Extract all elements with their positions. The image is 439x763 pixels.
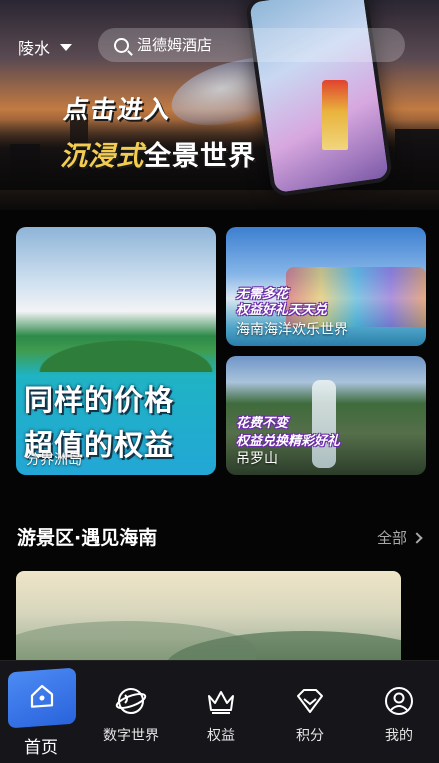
card-name: 海南海洋欢乐世界 xyxy=(236,322,348,338)
hero-lighthouse-image xyxy=(322,80,348,150)
view-all-link[interactable]: 全部 xyxy=(376,527,423,548)
home-icon xyxy=(27,680,57,716)
island-image xyxy=(16,332,216,372)
hero-title-rest: 全景世界 xyxy=(144,141,256,172)
hero-title-highlight: 沉浸式 xyxy=(60,141,144,172)
scenic-card-diaoluo-mountain[interactable]: 花费不变 权益兑换精彩好礼 吊罗山 xyxy=(226,356,426,475)
search-input[interactable] xyxy=(137,36,377,54)
caret-down-icon xyxy=(60,43,73,51)
card-slogan-line2: 权益兑换精彩好礼 xyxy=(236,434,341,449)
hero-title-line2: 沉浸式全景世界 xyxy=(60,134,256,173)
scenic-card-ocean-park[interactable]: 无需多花 权益好礼天天兑 海南海洋欢乐世界 xyxy=(226,227,426,346)
search-icon xyxy=(114,37,129,53)
tab-label: 积分 xyxy=(296,728,324,744)
chevron-right-icon xyxy=(411,531,423,544)
location-selector[interactable]: 陵水 xyxy=(18,35,73,59)
tab-home[interactable] xyxy=(8,667,76,729)
card-slogan-line1: 花费不变 xyxy=(236,416,289,431)
card-name: 分界洲岛 xyxy=(26,452,82,468)
section-title: 游景区·遇见海南 xyxy=(17,527,158,549)
scenic-card-fenjiezhou[interactable]: 同样的价格 超值的权益 分界洲岛 xyxy=(16,227,216,475)
tab-label: 权益 xyxy=(207,728,235,744)
waterpark-image xyxy=(286,267,426,327)
location-label: 陵水 xyxy=(18,39,51,58)
tab-digital-world[interactable]: 数字世界 xyxy=(91,685,171,745)
tab-label: 我的 xyxy=(385,728,413,744)
tab-benefits[interactable]: 权益 xyxy=(181,685,261,745)
tab-points[interactable]: 积分 xyxy=(270,685,350,745)
user-icon xyxy=(382,685,416,717)
card-name: 吊罗山 xyxy=(236,451,278,467)
waterfall-image xyxy=(312,380,336,468)
tab-mine[interactable]: 我的 xyxy=(359,685,439,745)
hero-title-line1: 点击进入 xyxy=(61,95,174,124)
card-slogan-line1: 同样的价格 xyxy=(24,383,175,417)
crown-icon xyxy=(204,685,238,717)
diamond-icon xyxy=(293,685,327,717)
card-slogan-line2: 权益好礼天天兑 xyxy=(236,303,328,318)
tab-label: 数字世界 xyxy=(103,728,159,744)
view-all-label: 全部 xyxy=(376,529,407,547)
tab-home-label: 首页 xyxy=(24,738,58,758)
globe-icon xyxy=(114,685,148,717)
search-bar[interactable] xyxy=(98,28,405,62)
